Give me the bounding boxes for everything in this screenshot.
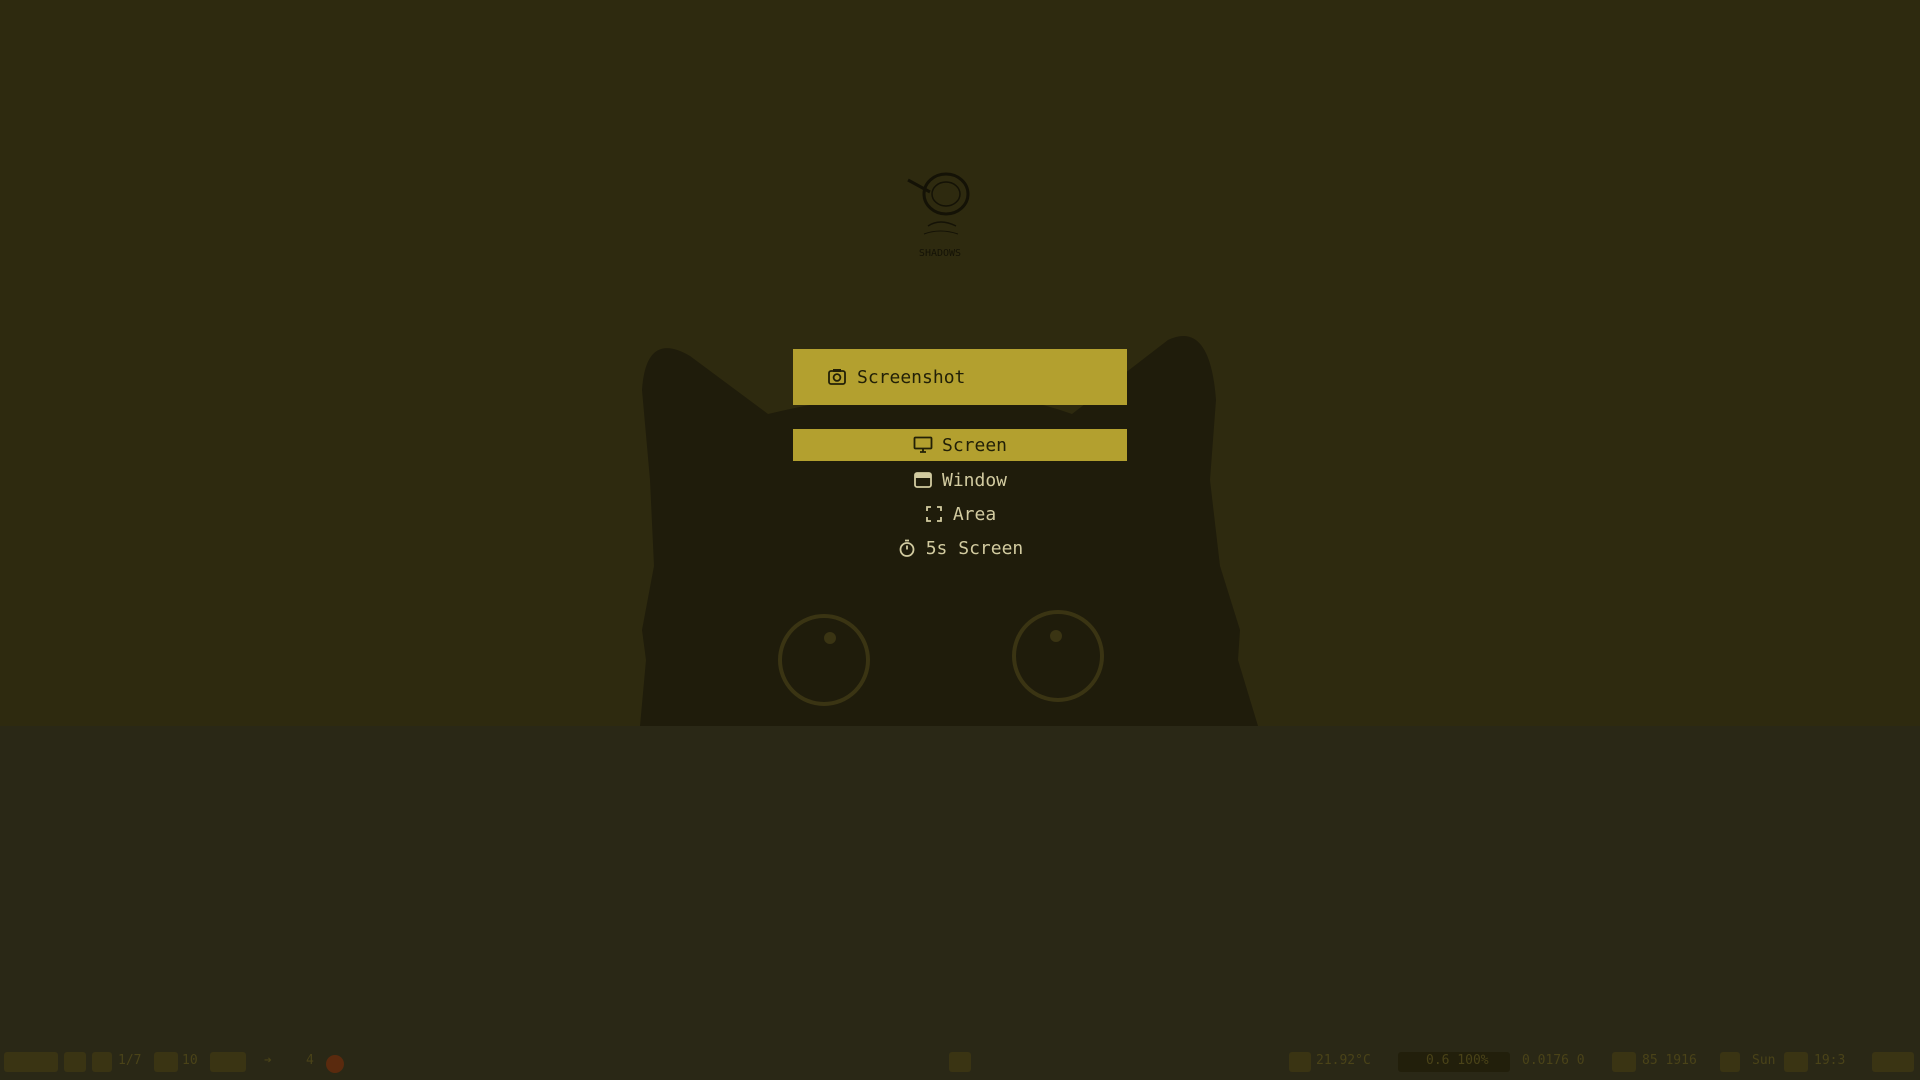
wallpaper-floor xyxy=(0,726,1920,1080)
center-indicator xyxy=(949,1052,971,1072)
notification-count: 4 xyxy=(306,1053,314,1068)
arrow-icon: ➔ xyxy=(264,1053,272,1068)
tag-indicator: 10 xyxy=(182,1053,198,1068)
disk-readout: 85 1916 xyxy=(1642,1053,1697,1068)
cpu-icon xyxy=(1289,1052,1311,1072)
calendar-icon xyxy=(1720,1052,1740,1072)
menu-item-window[interactable]: Window xyxy=(793,463,1127,497)
launcher-button[interactable] xyxy=(4,1052,58,1072)
power-button[interactable] xyxy=(1872,1052,1914,1072)
window-icon xyxy=(913,470,933,490)
workspace-indicator: 1/7 xyxy=(118,1053,142,1068)
status-bar: 1/7 10 ➔ 4 21.92°C 0.6 100% 0.0176 0 85 … xyxy=(0,1050,1920,1074)
record-icon[interactable] xyxy=(326,1055,344,1073)
clock-readout: 19:3 xyxy=(1814,1053,1846,1068)
menu-item-area[interactable]: Area xyxy=(793,497,1127,531)
menu-item-5s-screen[interactable]: 5s Screen xyxy=(793,531,1127,565)
tag-icon xyxy=(154,1052,178,1072)
memory-readout: 0.6 100% xyxy=(1426,1053,1489,1068)
logo-caption: SHADOWS xyxy=(918,248,962,259)
grid-icon[interactable] xyxy=(64,1052,86,1072)
menu-title: Screenshot xyxy=(857,366,966,388)
cpu-readout: 21.92°C xyxy=(1316,1053,1371,1068)
app-icon[interactable] xyxy=(210,1052,246,1072)
menu-item-label: Screen xyxy=(941,434,1008,456)
menu-list: Screen Window Area 5s Screen xyxy=(793,429,1127,565)
network-readout: 0.0176 0 xyxy=(1522,1053,1585,1068)
menu-item-label: Window xyxy=(941,469,1008,491)
menu-item-label: 5s Screen xyxy=(925,537,1024,559)
timer-icon xyxy=(897,538,917,558)
menu-item-label: Area xyxy=(952,503,997,525)
camera-icon xyxy=(827,367,847,387)
monitor-icon xyxy=(913,435,933,455)
menu-item-screen[interactable]: Screen xyxy=(793,429,1127,461)
menu-title-bar: Screenshot xyxy=(793,349,1127,405)
workspace-icon xyxy=(92,1052,112,1072)
clock-icon xyxy=(1784,1052,1808,1072)
area-select-icon xyxy=(924,504,944,524)
disk-icon xyxy=(1612,1052,1636,1072)
date-readout: Sun xyxy=(1752,1053,1776,1068)
